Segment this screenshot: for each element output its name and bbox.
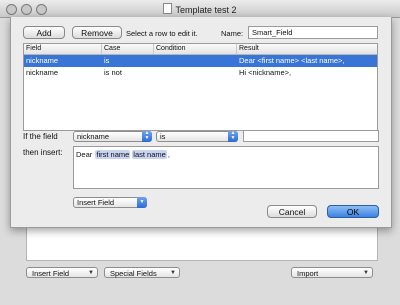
cell-result: Hi <nickname>, <box>239 68 292 77</box>
if-field-select[interactable]: nickname ▲ ▼ <box>73 131 152 142</box>
insert-field-popup[interactable]: Insert Field ▼ <box>26 267 98 278</box>
chevron-down-icon: ▼ <box>170 270 176 276</box>
then-insert-label: then insert: <box>23 148 63 157</box>
background-content-area <box>26 226 378 261</box>
if-value-field[interactable] <box>243 130 379 142</box>
table-row[interactable]: nickname is Dear <first name> <last name… <box>24 55 377 67</box>
rules-table: Field Case Condition Result nickname is … <box>23 43 378 131</box>
cancel-button[interactable]: Cancel <box>267 205 317 218</box>
column-header-field[interactable]: Field <box>24 44 102 54</box>
field-token-first-name[interactable]: first name <box>95 150 131 159</box>
cell-result: Dear <first name> <last name>, <box>239 56 345 65</box>
stepper-arrows-icon: ▲ ▼ <box>142 131 152 142</box>
if-case-select[interactable]: is ▲ ▼ <box>156 131 238 142</box>
cell-field: nickname <box>26 56 59 65</box>
table-header: Field Case Condition Result <box>24 44 377 55</box>
add-button[interactable]: Add <box>23 26 65 39</box>
smart-field-sheet: Add Remove Select a row to edit it. Name… <box>10 17 392 228</box>
stepper-arrows-icon: ▲ ▼ <box>228 131 238 142</box>
ok-button[interactable]: OK <box>327 205 379 218</box>
cell-case: is not <box>104 68 122 77</box>
window-title: Template test 2 <box>0 3 400 15</box>
column-header-result[interactable]: Result <box>237 44 377 54</box>
name-field[interactable]: Smart_Field <box>248 26 378 39</box>
field-token-last-name[interactable]: last name <box>132 150 167 159</box>
name-label: Name: <box>221 29 244 38</box>
title-bar: Template test 2 <box>0 0 400 18</box>
cell-condition <box>154 55 237 67</box>
hint-text: Select a row to edit it. <box>126 29 198 38</box>
cell-case: is <box>104 56 110 65</box>
document-icon <box>163 3 173 14</box>
column-header-condition[interactable]: Condition <box>154 44 237 54</box>
chevron-down-icon: ▼ <box>363 270 369 276</box>
cell-condition <box>154 67 237 79</box>
insert-field-select[interactable]: Insert Field ▼ <box>73 197 147 208</box>
chevron-down-icon: ▼ <box>137 197 147 208</box>
column-header-case[interactable]: Case <box>102 44 154 54</box>
if-field-label: If the field <box>23 132 58 141</box>
cell-field: nickname <box>26 68 59 77</box>
insert-text-area[interactable]: Dear first name last name, <box>73 146 379 189</box>
remove-button[interactable]: Remove <box>72 26 122 39</box>
special-fields-popup[interactable]: Special Fields ▼ <box>104 267 180 278</box>
table-row[interactable]: nickname is not Hi <nickname>, <box>24 67 377 79</box>
import-popup[interactable]: Import ▼ <box>291 267 373 278</box>
chevron-down-icon: ▼ <box>88 270 94 276</box>
